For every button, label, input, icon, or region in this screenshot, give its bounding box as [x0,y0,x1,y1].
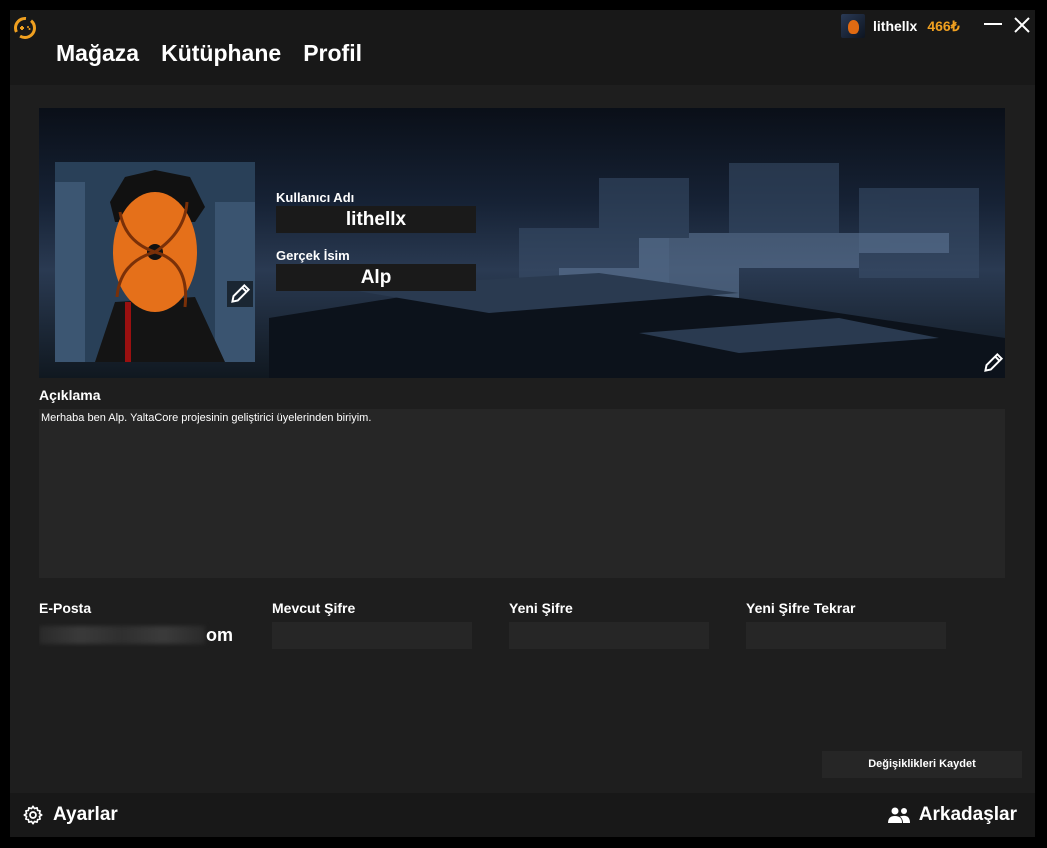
app-window: Mağaza Kütüphane Profil lithellx 466₺ Ku… [10,10,1035,837]
description-label: Açıklama [39,387,101,403]
email-label: E-Posta [39,600,92,616]
friends-button[interactable]: Arkadaşlar [887,804,1017,826]
new-password-label: Yeni Şifre [509,600,573,616]
username-field[interactable]: lithellx [276,206,476,233]
friends-label: Arkadaşlar [918,804,1017,825]
settings-button[interactable]: Ayarlar [22,804,118,826]
user-menu[interactable]: lithellx 466₺ [841,14,960,38]
title-bar: Mağaza Kütüphane Profil lithellx 466₺ [10,10,1035,85]
minimize-icon[interactable] [982,14,1004,36]
current-password-field[interactable] [272,622,472,649]
description-textarea[interactable]: Merhaba ben Alp. YaltaCore projesinin ge… [39,409,1005,578]
username-label: Kullanıcı Adı [276,190,355,205]
profile-avatar [55,162,255,362]
new-password-repeat-field[interactable] [746,622,946,649]
new-password-repeat-label: Yeni Şifre Tekrar [746,600,856,616]
user-avatar [841,14,865,38]
gear-icon [23,805,43,825]
edit-banner-pencil-icon[interactable] [980,350,1005,376]
nav-store[interactable]: Mağaza [56,40,139,67]
app-logo-icon[interactable] [13,16,37,40]
profile-banner: Kullanıcı Adı lithellx Gerçek İsim Alp [39,108,1005,378]
email-redacted [39,626,205,644]
realname-label: Gerçek İsim [276,248,350,263]
user-name: lithellx [873,18,918,34]
settings-label: Ayarlar [53,804,118,825]
friends-icon [887,807,910,823]
avatar-image [55,162,255,362]
bottom-bar: Ayarlar Arkadaşlar [10,793,1035,837]
email-visible-suffix: om [206,625,233,645]
user-balance: 466₺ [927,17,960,34]
email-field[interactable]: om [39,622,239,649]
nav-profile[interactable]: Profil [303,40,362,67]
close-icon[interactable] [1011,14,1033,36]
nav-library[interactable]: Kütüphane [161,40,281,67]
main-nav: Mağaza Kütüphane Profil [56,40,362,67]
new-password-field[interactable] [509,622,709,649]
realname-field[interactable]: Alp [276,264,476,291]
edit-avatar-pencil-icon[interactable] [227,281,253,307]
save-changes-button[interactable]: Değişiklikleri Kaydet [822,751,1022,778]
current-password-label: Mevcut Şifre [272,600,356,616]
